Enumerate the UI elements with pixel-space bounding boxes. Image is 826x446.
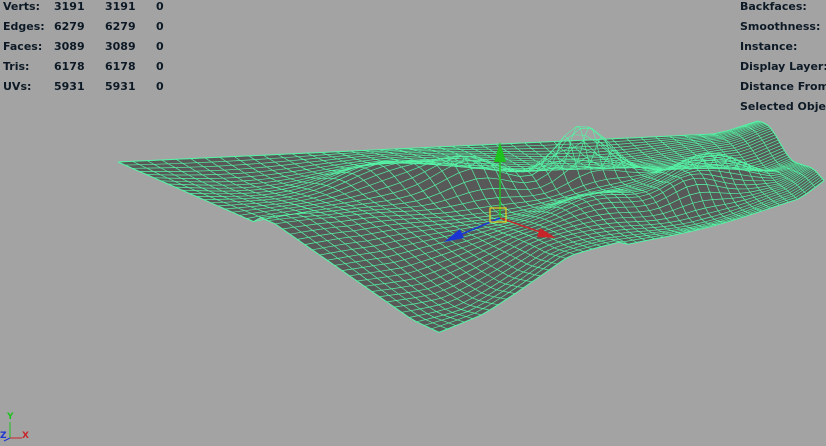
- hud-stat-v2: 3089: [105, 40, 136, 53]
- hud-stat-v1: 6178: [54, 60, 85, 73]
- hud-stat-v3: 0: [156, 80, 164, 93]
- hud-info-item: Display Layer:: [740, 60, 826, 73]
- hud-stat-v1: 5931: [54, 80, 85, 93]
- hud-stat-v3: 0: [156, 60, 164, 73]
- hud-info-item: Distance From C: [740, 80, 826, 93]
- hud-stat-row: Tris: 6178 6178 0: [3, 57, 176, 77]
- axis-z-label: Z: [0, 431, 7, 441]
- axis-y-label: Y: [7, 412, 14, 422]
- hud-stat-v2: 5931: [105, 80, 136, 93]
- hud-stat-label: Edges:: [3, 20, 45, 33]
- hud-stat-v3: 0: [156, 40, 164, 53]
- hud-stat-v1: 3089: [54, 40, 85, 53]
- hud-stat-row: Faces: 3089 3089 0: [3, 37, 176, 57]
- hud-stat-v3: 0: [156, 20, 164, 33]
- hud-info-item: Selected Object: [740, 100, 826, 113]
- axis-x-label: X: [22, 431, 29, 441]
- hud-stat-v1: 6279: [54, 20, 85, 33]
- hud-stat-row: Verts: 3191 3191 0: [3, 0, 176, 17]
- poly-count-hud: Verts: 3191 3191 0 Edges: 6279 6279 0 Faces: 3089…: [3, 0, 176, 97]
- axis-gizmo: Y Z X: [0, 410, 36, 442]
- hud-stat-v2: 6178: [105, 60, 136, 73]
- hud-info-item: Smoothness:: [740, 20, 821, 33]
- hud-stat-row: UVs: 5931 5931 0: [3, 77, 176, 97]
- hud-stat-label: UVs:: [3, 80, 32, 93]
- hud-stat-v3: 0: [156, 0, 164, 13]
- hud-info-item: Backfaces:: [740, 0, 807, 13]
- hud-stat-v1: 3191: [54, 0, 85, 13]
- terrain-mesh[interactable]: [117, 120, 825, 333]
- hud-stat-v2: 3191: [105, 0, 136, 13]
- hud-stat-label: Verts:: [3, 0, 41, 13]
- hud-info-item: Instance:: [740, 40, 798, 53]
- hud-stat-v2: 6279: [105, 20, 136, 33]
- hud-stat-row: Edges: 6279 6279 0: [3, 17, 176, 37]
- hud-stat-label: Tris:: [3, 60, 30, 73]
- hud-stat-label: Faces:: [3, 40, 43, 53]
- object-details-hud: Backfaces: Smoothness: Instance: Display La…: [740, 0, 826, 117]
